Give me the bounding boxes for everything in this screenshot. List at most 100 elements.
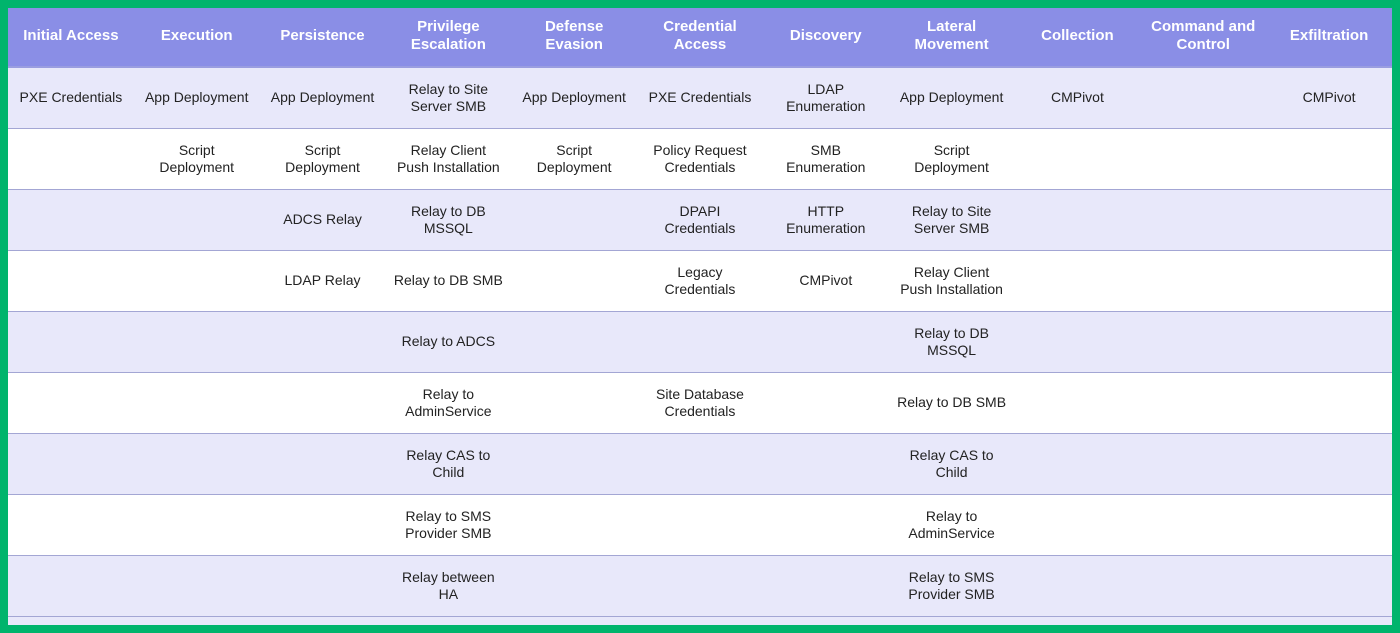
col-header: Exfiltration <box>1266 8 1392 67</box>
cell <box>1015 129 1141 190</box>
cell: App Deployment <box>260 67 386 129</box>
matrix-body: PXE Credentials App Deployment App Deplo… <box>8 67 1392 617</box>
cell: Legacy Credentials <box>637 251 763 312</box>
cell <box>1015 434 1141 495</box>
cell: Site Database Credentials <box>637 373 763 434</box>
cell <box>637 556 763 617</box>
cell: PXE Credentials <box>637 67 763 129</box>
table-row: LDAP Relay Relay to DB SMB Legacy Creden… <box>8 251 1392 312</box>
cell: Relay to DB SMB <box>889 373 1015 434</box>
cell <box>511 190 637 251</box>
cell: Relay Client Push Installation <box>889 251 1015 312</box>
cell <box>260 495 386 556</box>
cell <box>260 434 386 495</box>
cell <box>637 434 763 495</box>
col-header: Credential Access <box>637 8 763 67</box>
cell <box>1140 67 1266 129</box>
cell <box>1015 556 1141 617</box>
cell <box>1015 495 1141 556</box>
cell: Relay to ADCS <box>385 312 511 373</box>
cell: LDAP Relay <box>260 251 386 312</box>
cell: Relay to DB MSSQL <box>889 312 1015 373</box>
cell <box>8 129 134 190</box>
cell <box>1266 434 1392 495</box>
col-header: Privilege Escalation <box>385 8 511 67</box>
col-header: Persistence <box>260 8 386 67</box>
cell <box>260 373 386 434</box>
table-row: Relay to SMS Provider SMB Relay to Admin… <box>8 495 1392 556</box>
matrix-header: Initial Access Execution Persistence Pri… <box>8 8 1392 67</box>
cell <box>511 495 637 556</box>
outer-frame: Initial Access Execution Persistence Pri… <box>0 0 1400 633</box>
cell: Script Deployment <box>511 129 637 190</box>
cell: Relay to SMS Provider SMB <box>385 495 511 556</box>
cell <box>511 312 637 373</box>
cell <box>1266 190 1392 251</box>
cell <box>134 556 260 617</box>
cell: Relay to AdminService <box>385 373 511 434</box>
col-header: Execution <box>134 8 260 67</box>
cell: App Deployment <box>889 67 1015 129</box>
cell <box>511 373 637 434</box>
cell <box>134 373 260 434</box>
cell <box>1140 556 1266 617</box>
cell <box>8 251 134 312</box>
cell: Relay between HA <box>385 556 511 617</box>
cell: CMPivot <box>763 251 889 312</box>
col-header: Lateral Movement <box>889 8 1015 67</box>
cell <box>1266 251 1392 312</box>
cell <box>134 251 260 312</box>
table-row: Script Deployment Script Deployment Rela… <box>8 129 1392 190</box>
cell: Relay to Site Server SMB <box>385 67 511 129</box>
table-row: Relay between HA Relay to SMS Provider S… <box>8 556 1392 617</box>
table-row: ADCS Relay Relay to DB MSSQL DPAPI Crede… <box>8 190 1392 251</box>
cell: Relay CAS to Child <box>889 434 1015 495</box>
cell: Policy Request Credentials <box>637 129 763 190</box>
table-row: Relay to ADCS Relay to DB MSSQL <box>8 312 1392 373</box>
cell <box>511 251 637 312</box>
table-row: Relay to AdminService Site Database Cred… <box>8 373 1392 434</box>
col-header: Discovery <box>763 8 889 67</box>
cell: App Deployment <box>511 67 637 129</box>
cell: App Deployment <box>134 67 260 129</box>
cell <box>1140 495 1266 556</box>
cell: HTTP Enumeration <box>763 190 889 251</box>
cell: Relay to AdminService <box>889 495 1015 556</box>
cell <box>763 495 889 556</box>
cell <box>134 190 260 251</box>
cell: Relay to Site Server SMB <box>889 190 1015 251</box>
col-header: Defense Evasion <box>511 8 637 67</box>
matrix-panel: Initial Access Execution Persistence Pri… <box>8 8 1392 625</box>
cell <box>1266 373 1392 434</box>
cell <box>8 373 134 434</box>
cell <box>1266 556 1392 617</box>
cell <box>1266 129 1392 190</box>
cell: LDAP Enumeration <box>763 67 889 129</box>
cell <box>134 495 260 556</box>
cell <box>637 495 763 556</box>
cell: DPAPI Credentials <box>637 190 763 251</box>
cell <box>637 312 763 373</box>
cell <box>8 434 134 495</box>
cell <box>1140 129 1266 190</box>
cell: Relay Client Push Installation <box>385 129 511 190</box>
cell <box>8 190 134 251</box>
cell <box>763 556 889 617</box>
cell <box>1015 312 1141 373</box>
cell <box>1140 312 1266 373</box>
col-header: Initial Access <box>8 8 134 67</box>
col-header: Collection <box>1015 8 1141 67</box>
cell <box>134 312 260 373</box>
cell: CMPivot <box>1015 67 1141 129</box>
cell: SMB Enumeration <box>763 129 889 190</box>
table-row: PXE Credentials App Deployment App Deplo… <box>8 67 1392 129</box>
cell <box>1015 373 1141 434</box>
cell: ADCS Relay <box>260 190 386 251</box>
cell <box>763 434 889 495</box>
cell: Relay to SMS Provider SMB <box>889 556 1015 617</box>
cell <box>1140 434 1266 495</box>
table-row: Relay CAS to Child Relay CAS to Child <box>8 434 1392 495</box>
cell <box>1266 495 1392 556</box>
cell <box>8 556 134 617</box>
cell <box>511 556 637 617</box>
